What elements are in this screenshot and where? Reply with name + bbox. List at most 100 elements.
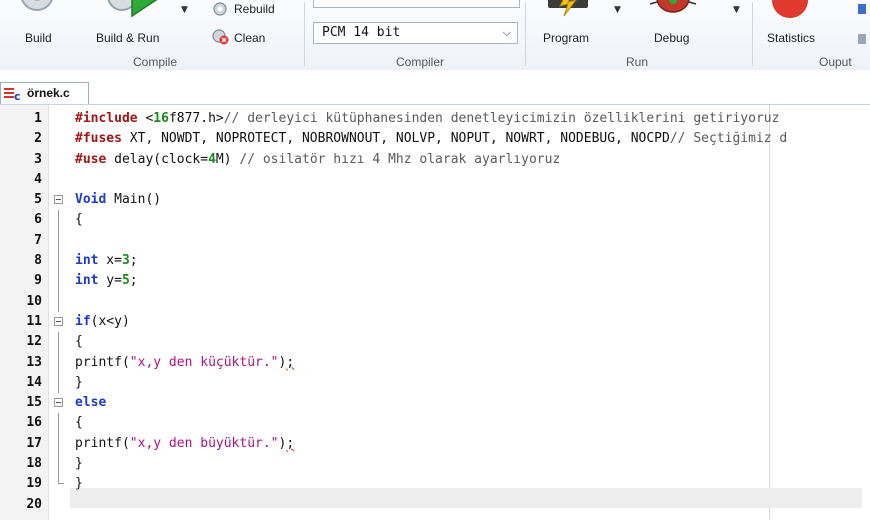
line-number: 3 xyxy=(34,151,42,167)
code-line[interactable]: 15 else xyxy=(0,393,870,413)
code-line[interactable]: 1 #include <16f877.h>// derleyici kütüpha… xyxy=(0,109,870,129)
compiler-top-combo[interactable] xyxy=(313,0,520,8)
code-line[interactable]: 4 xyxy=(0,170,870,190)
code-text: { xyxy=(75,332,83,352)
build-run-dropdown-icon[interactable]: ▼ xyxy=(181,5,188,15)
code-token: 4 xyxy=(208,151,216,167)
clean-icon xyxy=(212,29,229,45)
code-line[interactable]: 2 #fuses XT, NOWDT, NOPROTECT, NOBROWNOUT… xyxy=(0,129,870,149)
code-token: if xyxy=(75,313,91,329)
fold-guide xyxy=(58,433,59,455)
code-token: } xyxy=(75,476,83,492)
fold-icon[interactable] xyxy=(54,398,63,408)
compiler-select[interactable]: PCM 14 bit ⌵ xyxy=(313,22,518,44)
fold-guide xyxy=(58,413,59,434)
code-line[interactable]: 11 if(x<y) xyxy=(0,312,870,332)
line-number: 1 xyxy=(34,111,42,126)
output-extra-icon[interactable] xyxy=(856,0,870,50)
clean-button[interactable]: Clean xyxy=(212,28,292,48)
code-token: XT, NOWDT, NOPROTECT, NOBROWNOUT, NOLVP,… xyxy=(121,131,670,147)
line-number: 10 xyxy=(26,293,42,309)
code-line[interactable]: 12 { xyxy=(0,332,870,353)
fold-guide xyxy=(58,352,59,373)
compiler-select-value: PCM 14 bit xyxy=(322,25,401,40)
code-token: ; xyxy=(286,435,295,451)
chevron-down-icon: ⌵ xyxy=(502,26,511,39)
code-editor[interactable]: 1 #include <16f877.h>// derleyici kütüpha… xyxy=(0,104,870,520)
code-text: #fuses XT, NOWDT, NOPROTECT, NOBROWNOUT,… xyxy=(75,129,787,149)
line-number: 12 xyxy=(26,334,42,350)
code-text: #include <16f877.h>// derleyici kütüphan… xyxy=(75,109,779,129)
code-line[interactable]: 10 xyxy=(0,291,870,312)
code-line[interactable]: 7 xyxy=(0,230,870,252)
fold-guide xyxy=(58,372,59,394)
code-text: Void Main() xyxy=(75,190,161,210)
code-token: // Seçtiğimiz d xyxy=(669,131,788,147)
line-number: 20 xyxy=(26,496,42,512)
document-tabs: c örnek.c xyxy=(0,70,870,104)
code-line[interactable]: 3 #use delay(clock=4M) // osilatör hızı 4… xyxy=(0,150,870,170)
code-token: { xyxy=(75,415,83,431)
fold-icon[interactable] xyxy=(54,195,63,205)
code-token: #use xyxy=(75,151,107,167)
code-token: } xyxy=(75,456,83,472)
fold-guide xyxy=(58,332,59,353)
fold-end-marker xyxy=(58,474,64,485)
build-run-icon xyxy=(107,0,158,18)
statistics-icon xyxy=(772,0,808,18)
ribbon-separator xyxy=(525,2,526,66)
build-label: Build xyxy=(25,31,52,45)
code-text: printf("x,y den küçüktür."); xyxy=(75,353,294,373)
svg-text:c: c xyxy=(14,90,21,101)
rebuild-button[interactable]: Rebuild xyxy=(212,0,292,18)
output-group-label: Ouput xyxy=(819,55,852,69)
code-token: ; xyxy=(129,253,138,269)
build-run-button[interactable]: Build & Run xyxy=(88,0,172,50)
program-button[interactable]: Program xyxy=(536,0,608,50)
line-number: 2 xyxy=(34,131,42,147)
build-button[interactable]: Build xyxy=(8,0,66,50)
code-line[interactable]: 17 printf("x,y den büyüktür."); xyxy=(0,433,870,455)
tab-ornek-c[interactable]: c örnek.c xyxy=(0,82,89,104)
code-line[interactable]: 5 Void Main() xyxy=(0,190,870,210)
code-token: } xyxy=(75,374,83,390)
code-line[interactable]: 18} xyxy=(0,454,870,475)
line-number: 5 xyxy=(34,192,42,208)
code-token: #include xyxy=(75,111,138,126)
code-token: #fuses xyxy=(75,131,122,147)
c-file-icon: c xyxy=(4,88,21,101)
fold-icon[interactable] xyxy=(54,316,63,326)
code-text: } xyxy=(75,474,83,494)
debug-button[interactable]: Debug xyxy=(640,0,710,50)
code-token: 5 xyxy=(121,273,130,289)
rebuild-icon xyxy=(213,2,227,16)
code-text: else xyxy=(75,393,106,413)
fold-guide xyxy=(58,291,59,312)
rebuild-label: Rebuild xyxy=(234,2,275,16)
line-number: 16 xyxy=(26,415,42,431)
code-line[interactable]: 20 xyxy=(0,495,870,515)
code-line[interactable]: 16 { xyxy=(0,413,870,434)
line-number: 17 xyxy=(26,435,42,451)
program-icon xyxy=(548,0,588,17)
code-line[interactable]: 6{ xyxy=(0,210,870,231)
line-number: 15 xyxy=(26,395,42,411)
statistics-button[interactable]: Statistics xyxy=(762,0,832,50)
debug-icon xyxy=(649,0,697,13)
code-token: ; xyxy=(129,273,138,289)
code-text: } xyxy=(75,373,83,393)
line-number: 8 xyxy=(34,253,42,269)
code-line[interactable]: 8 int x=3; xyxy=(0,251,870,272)
build-run-label: Build & Run xyxy=(96,31,160,45)
line-number: 6 xyxy=(34,212,42,228)
code-token: 3 xyxy=(121,253,130,269)
code-line[interactable]: 14} xyxy=(0,372,870,394)
program-dropdown-icon[interactable]: ▼ xyxy=(614,5,621,15)
code-line[interactable]: 19} xyxy=(0,474,870,494)
line-number: 18 xyxy=(26,456,42,472)
code-line[interactable]: 13 printf("x,y den küçüktür."); xyxy=(0,352,870,373)
code-line[interactable]: 9 int y=5; xyxy=(0,271,870,292)
debug-dropdown-icon[interactable]: ▼ xyxy=(733,5,740,15)
line-number: 19 xyxy=(26,476,42,492)
code-token: "x,y den büyüktür." xyxy=(129,435,279,451)
